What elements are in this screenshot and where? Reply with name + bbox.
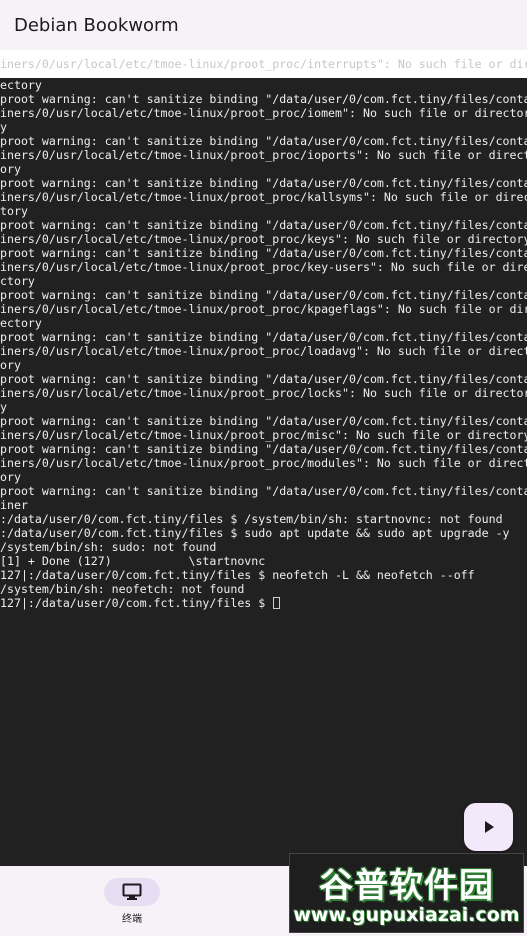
nav-label-terminal: 终端 <box>122 914 142 925</box>
terminal-line: iners/0/usr/local/etc/tmoe-linux/proot_p… <box>0 148 527 162</box>
terminal-line: iners/0/usr/local/etc/tmoe-linux/proot_p… <box>0 428 527 442</box>
terminal-line: iners/0/usr/local/etc/tmoe-linux/proot_p… <box>0 232 527 246</box>
terminal-line: [1] + Done (127) \startnovnc <box>0 554 266 568</box>
app-title: Debian Bookworm <box>14 14 179 36</box>
terminal-line: iners/0/usr/local/etc/tmoe-linux/proot_p… <box>0 260 527 274</box>
watermark-logo: 谷普软件园 www.gupuxiazai.com <box>289 853 524 933</box>
terminal-line: y <box>0 400 7 414</box>
terminal-line: proot warning: can't sanitize binding "/… <box>0 484 527 498</box>
terminal-line: ory <box>0 358 21 372</box>
terminal-prompt-line: 127|:/data/user/0/com.fct.tiny/files $ <box>0 596 527 610</box>
terminal-line: iners/0/usr/local/etc/tmoe-linux/proot_p… <box>0 302 527 316</box>
terminal-line: iners/0/usr/local/etc/tmoe-linux/proot_p… <box>0 456 527 470</box>
terminal-prompt: 127|:/data/user/0/com.fct.tiny/files $ <box>0 596 273 610</box>
terminal-output: ectory proot warning: can't sanitize bind… <box>0 78 527 610</box>
terminal-scrolled-line-area: iners/0/usr/local/etc/tmoe-linux/proot_p… <box>0 50 527 78</box>
terminal-line: iners/0/usr/local/etc/tmoe-linux/proot_p… <box>0 106 527 120</box>
terminal-line: /system/bin/sh: neofetch: not found <box>0 582 245 596</box>
nav-item-terminal[interactable]: 终端 <box>104 878 160 925</box>
terminal-line: :/data/user/0/com.fct.tiny/files $ /syst… <box>0 512 503 526</box>
terminal-line: proot warning: can't sanitize binding "/… <box>0 134 527 148</box>
terminal-line: :/data/user/0/com.fct.tiny/files $ sudo … <box>0 526 510 540</box>
terminal-line: proot warning: can't sanitize binding "/… <box>0 442 527 456</box>
terminal-line: iner <box>0 498 28 512</box>
terminal-line: iners/0/usr/local/etc/tmoe-linux/proot_p… <box>0 344 527 358</box>
terminal-line: proot warning: can't sanitize binding "/… <box>0 176 527 190</box>
terminal-line: proot warning: can't sanitize binding "/… <box>0 288 527 302</box>
terminal-line: proot warning: can't sanitize binding "/… <box>0 372 527 386</box>
terminal-line: y <box>0 120 7 134</box>
terminal-line: ectory <box>0 78 42 92</box>
terminal-line: ory <box>0 162 21 176</box>
terminal-line: 127|:/data/user/0/com.fct.tiny/files $ n… <box>0 568 475 582</box>
terminal-line: ectory <box>0 316 42 330</box>
nav-active-indicator <box>104 878 160 906</box>
terminal-line: proot warning: can't sanitize binding "/… <box>0 218 527 232</box>
terminal-view[interactable]: ectory proot warning: can't sanitize bind… <box>0 78 527 866</box>
terminal-line: /system/bin/sh: sudo: not found <box>0 540 217 554</box>
terminal-line: proot warning: can't sanitize binding "/… <box>0 246 527 260</box>
app-bar: Debian Bookworm <box>0 0 527 50</box>
terminal-line: proot warning: can't sanitize binding "/… <box>0 330 527 344</box>
terminal-line: proot warning: can't sanitize binding "/… <box>0 414 527 428</box>
play-button[interactable] <box>464 803 513 851</box>
terminal-line: ctory <box>0 274 35 288</box>
terminal-line: tory <box>0 204 28 218</box>
terminal-line: iners/0/usr/local/etc/tmoe-linux/proot_p… <box>0 386 527 400</box>
watermark-url: www.gupuxiazai.com <box>293 904 520 926</box>
terminal-cursor <box>273 597 281 609</box>
terminal-faded-line: iners/0/usr/local/etc/tmoe-linux/proot_p… <box>0 57 527 71</box>
terminal-line: proot warning: can't sanitize binding "/… <box>0 92 527 106</box>
terminal-line: iners/0/usr/local/etc/tmoe-linux/proot_p… <box>0 190 527 204</box>
watermark-title: 谷普软件园 <box>319 866 494 906</box>
terminal-line: ory <box>0 470 21 484</box>
play-icon <box>484 821 494 833</box>
monitor-icon <box>122 883 142 900</box>
